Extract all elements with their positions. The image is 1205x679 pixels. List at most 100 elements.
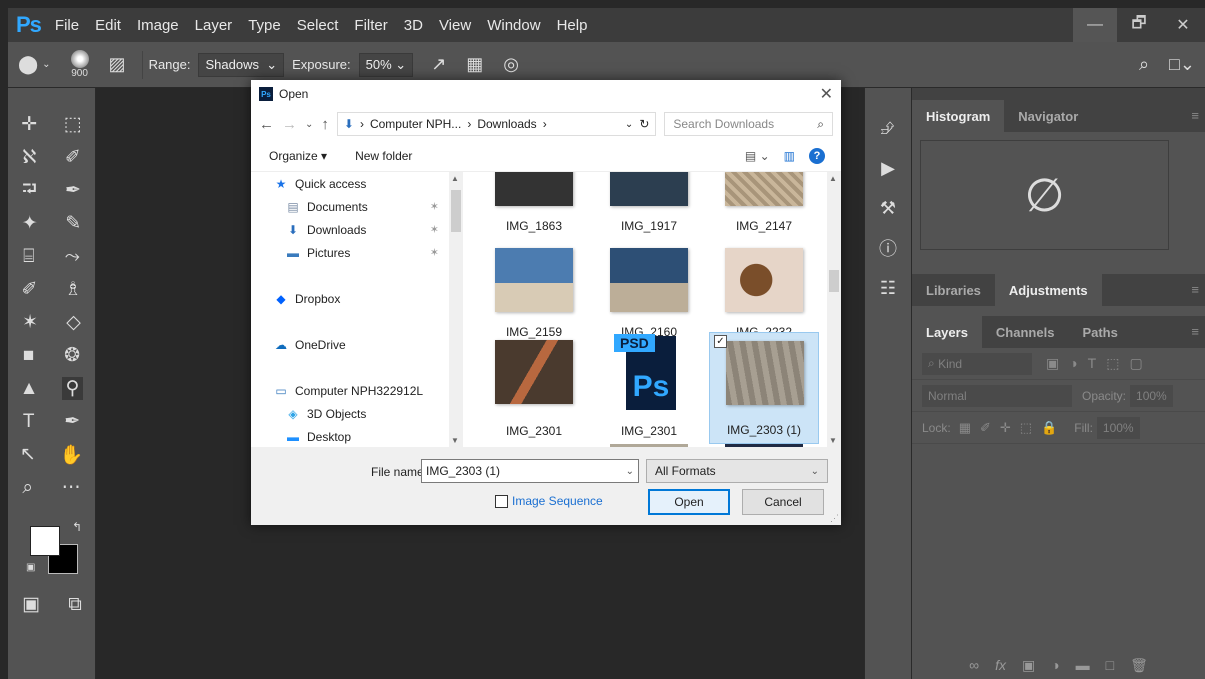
menu-help[interactable]: Help <box>557 17 588 34</box>
dodge-tool-active-icon[interactable]: ⚲ <box>61 377 84 400</box>
nav-scrollbar[interactable]: ▲ ▼ <box>449 172 463 447</box>
lock-icons[interactable]: ▦✐✛⬚🔒 <box>959 420 1067 436</box>
file-name-field[interactable]: IMG_2303 (1) ⌄ <box>421 459 639 483</box>
path-select-tool-icon[interactable]: ↖ <box>20 443 36 466</box>
pen-tool-icon[interactable]: ✒ <box>64 410 80 433</box>
layer-comps-icon[interactable]: ☷ <box>865 268 911 308</box>
stamp2-tool-icon[interactable]: ♗ <box>64 278 81 301</box>
tab-libraries[interactable]: Libraries <box>912 274 995 306</box>
gradient-tool-icon[interactable]: ■ <box>23 345 34 367</box>
info-icon[interactable]: ⓘ <box>865 228 911 268</box>
blend-mode-select[interactable]: Normal <box>922 384 1072 407</box>
foreground-color-swatch[interactable] <box>30 526 60 556</box>
restore-button[interactable]: 🗗 <box>1117 8 1161 42</box>
breadcrumb-computer[interactable]: Computer NPH... <box>370 117 461 131</box>
protect-tones-icon[interactable]: ▦ <box>466 54 483 75</box>
cancel-button[interactable]: Cancel <box>742 489 824 515</box>
file-item[interactable]: IMG_1917 <box>594 172 704 239</box>
back-arrow-icon[interactable]: ← <box>259 116 274 133</box>
tab-layers[interactable]: Layers <box>912 316 982 348</box>
file-item[interactable]: ✓ IMG_2303 (1) <box>709 332 819 444</box>
file-item[interactable]: Ps PSD IMG_2301 <box>594 332 704 444</box>
menu-select[interactable]: Select <box>297 17 339 34</box>
nav-item[interactable]: ☁ OneDrive <box>251 333 465 356</box>
nav-item[interactable]: ◈ 3D Objects <box>251 402 465 425</box>
exposure-input[interactable]: 50% ⌄ <box>358 52 414 77</box>
delete-layer-icon[interactable]: 🗑 <box>1130 657 1148 674</box>
image-sequence-option[interactable]: Image Sequence <box>495 494 603 508</box>
tab-histogram[interactable]: Histogram <box>912 100 1005 132</box>
eraser-tool-icon[interactable]: ✐ <box>22 278 38 301</box>
nav-item[interactable]: ◆ Dropbox <box>251 287 465 310</box>
forward-arrow-icon[interactable]: → <box>282 116 297 133</box>
more-tools-icon[interactable]: ⋯ <box>62 476 81 499</box>
brush-settings-icon[interactable]: ▨ <box>109 54 126 75</box>
file-item[interactable]: IMG_2301 <box>479 332 589 444</box>
file-item[interactable]: IMG_2160 <box>594 240 704 345</box>
stamp-tool-icon[interactable]: ⌸ <box>23 246 34 268</box>
sharpen-tool-icon[interactable]: ▲ <box>20 378 39 400</box>
dodge-tool-icon[interactable]: ⬤ ⌄ <box>18 54 51 75</box>
default-colors-icon[interactable]: ▣ <box>26 562 35 573</box>
menu-layer[interactable]: Layer <box>195 17 233 34</box>
preview-pane-icon[interactable]: ▥ <box>784 149 795 163</box>
fx-icon[interactable]: fx <box>995 657 1006 673</box>
filter-icons[interactable]: ▣◑T⬚▢ <box>1046 355 1153 372</box>
new-folder-button[interactable]: New folder <box>355 149 412 163</box>
selected-checkbox-icon[interactable]: ✓ <box>714 335 727 348</box>
workspace-icon[interactable]: □⌄ <box>1169 54 1195 75</box>
menu-3d[interactable]: 3D <box>404 17 423 34</box>
menu-filter[interactable]: Filter <box>354 17 387 34</box>
panel-menu-icon[interactable]: ≡ <box>1191 324 1199 339</box>
airbrush-icon[interactable]: ↗ <box>431 54 446 75</box>
quick-mask-icon[interactable]: ▣ <box>22 593 40 616</box>
fill-input[interactable]: 100% <box>1096 416 1140 439</box>
actions-icon[interactable]: ▶ <box>865 148 911 188</box>
file-item[interactable]: IMG_2147 <box>709 172 819 239</box>
smudge-tool-icon[interactable]: ✶ <box>22 311 38 334</box>
screen-mode-icon[interactable]: ⧉ <box>68 594 82 616</box>
panel-menu-icon[interactable]: ≡ <box>1191 108 1199 123</box>
recent-dropdown-icon[interactable]: ⌄ <box>305 119 313 130</box>
nav-item[interactable]: ▬ Pictures ✶ <box>251 241 465 264</box>
tab-paths[interactable]: Paths <box>1068 316 1131 348</box>
tab-channels[interactable]: Channels <box>982 316 1069 348</box>
add-mask-icon[interactable]: ▣ <box>1022 657 1035 674</box>
marquee-tool-icon[interactable]: ⬚ <box>64 113 82 136</box>
minimize-button[interactable]: — <box>1073 8 1117 42</box>
pressure-icon[interactable]: ◎ <box>503 54 519 75</box>
menu-type[interactable]: Type <box>248 17 281 34</box>
scroll-up-icon[interactable]: ▲ <box>451 174 459 183</box>
menu-window[interactable]: Window <box>487 17 540 34</box>
menu-file[interactable]: File <box>55 17 79 34</box>
search-input[interactable]: Search Downloads ⌕ <box>664 112 833 136</box>
nav-scroll-thumb[interactable] <box>451 190 461 232</box>
new-group-icon[interactable]: ▬ <box>1076 657 1090 673</box>
swap-colors-icon[interactable]: ↰ <box>72 520 82 534</box>
search-icon[interactable]: ⌕ <box>1139 54 1149 75</box>
help-icon[interactable]: ? <box>809 148 825 164</box>
zoom-tool-icon[interactable]: ⌕ <box>22 477 33 499</box>
open-button[interactable]: Open <box>648 489 730 515</box>
panel-menu-icon[interactable]: ≡ <box>1191 282 1199 297</box>
eyedropper-tool-icon[interactable]: ✒ <box>65 179 81 202</box>
change-view-icon[interactable]: ▤ ⌄ <box>745 149 770 163</box>
file-scroll-thumb[interactable] <box>829 270 839 292</box>
breadcrumb-downloads[interactable]: Downloads <box>477 117 536 131</box>
nav-item[interactable]: ⬇ Downloads ✶ <box>251 218 465 241</box>
up-arrow-icon[interactable]: ↑ <box>321 116 329 133</box>
resize-grip-icon[interactable]: ⋰ <box>830 513 839 524</box>
opacity-input[interactable]: 100% <box>1130 384 1173 407</box>
history-brush-icon[interactable]: ⤳ <box>65 246 80 268</box>
file-scrollbar[interactable]: ▲ ▼ <box>827 172 841 447</box>
close-button[interactable]: ✕ <box>1161 8 1205 42</box>
nav-item[interactable]: ▤ Documents ✶ <box>251 195 465 218</box>
lasso-tool-icon[interactable]: ℵ <box>22 146 36 169</box>
chevron-down-icon[interactable]: ⌄ <box>626 466 634 477</box>
organize-menu[interactable]: Organize ▾ <box>269 149 327 163</box>
history-icon[interactable]: ⮵ <box>865 108 911 148</box>
healing-brush-icon[interactable]: ✦ <box>22 212 38 235</box>
file-item[interactable]: IMG_2159 <box>479 240 589 345</box>
kind-filter[interactable]: ⌕ Kind <box>922 352 1032 375</box>
hand-tool-icon[interactable]: ✋ <box>59 443 83 467</box>
